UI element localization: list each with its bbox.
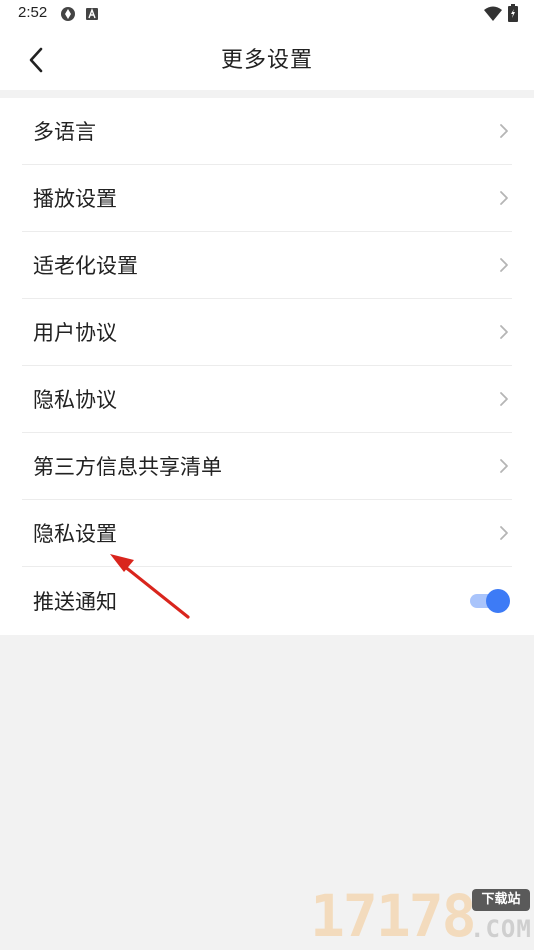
header-divider	[0, 90, 534, 98]
settings-item-user-agreement[interactable]: 用户协议	[22, 299, 512, 366]
app-notification-icon	[61, 7, 75, 21]
status-time: 2:52	[18, 4, 48, 21]
chevron-right-icon	[500, 325, 508, 339]
settings-item-third-party-sharing[interactable]: 第三方信息共享清单	[22, 433, 512, 500]
settings-item-label: 多语言	[33, 120, 96, 144]
settings-item-label: 第三方信息共享清单	[33, 455, 222, 479]
settings-item-language[interactable]: 多语言	[22, 98, 512, 165]
watermark-badge: 下载站	[472, 889, 530, 911]
watermark-suffix: .COM	[470, 915, 532, 943]
watermark-logo: 17178 下载站 .COM	[310, 885, 532, 947]
chevron-right-icon	[500, 526, 508, 540]
settings-item-label: 隐私协议	[33, 388, 117, 412]
battery-icon	[508, 4, 518, 22]
wifi-icon	[484, 6, 502, 21]
settings-item-elderly-mode[interactable]: 适老化设置	[22, 232, 512, 299]
settings-item-privacy-agreement[interactable]: 隐私协议	[22, 366, 512, 433]
page-title: 更多设置	[220, 48, 313, 73]
watermark-digits: 17178	[310, 882, 477, 950]
settings-item-label: 播放设置	[33, 187, 117, 211]
toggle-thumb	[486, 589, 510, 613]
status-bar: 2:52	[0, 0, 534, 28]
a-badge-icon	[86, 8, 98, 20]
chevron-right-icon	[500, 124, 508, 138]
settings-item-playback[interactable]: 播放设置	[22, 165, 512, 232]
settings-item-label: 推送通知	[33, 590, 117, 614]
settings-item-push-notifications: 推送通知	[22, 567, 512, 635]
app-header: 更多设置	[0, 28, 534, 90]
chevron-right-icon	[500, 258, 508, 272]
chevron-right-icon	[500, 392, 508, 406]
settings-item-label: 隐私设置	[33, 522, 117, 546]
chevron-right-icon	[500, 459, 508, 473]
settings-list: 多语言 播放设置 适老化设置 用户协议 隐私协议 第三方信息共享清单 隐私设置 …	[0, 98, 534, 635]
chevron-right-icon	[500, 191, 508, 205]
settings-item-label: 用户协议	[33, 321, 117, 345]
settings-item-privacy-settings[interactable]: 隐私设置	[22, 500, 512, 567]
settings-item-label: 适老化设置	[33, 254, 138, 278]
push-notification-toggle[interactable]	[470, 589, 510, 613]
